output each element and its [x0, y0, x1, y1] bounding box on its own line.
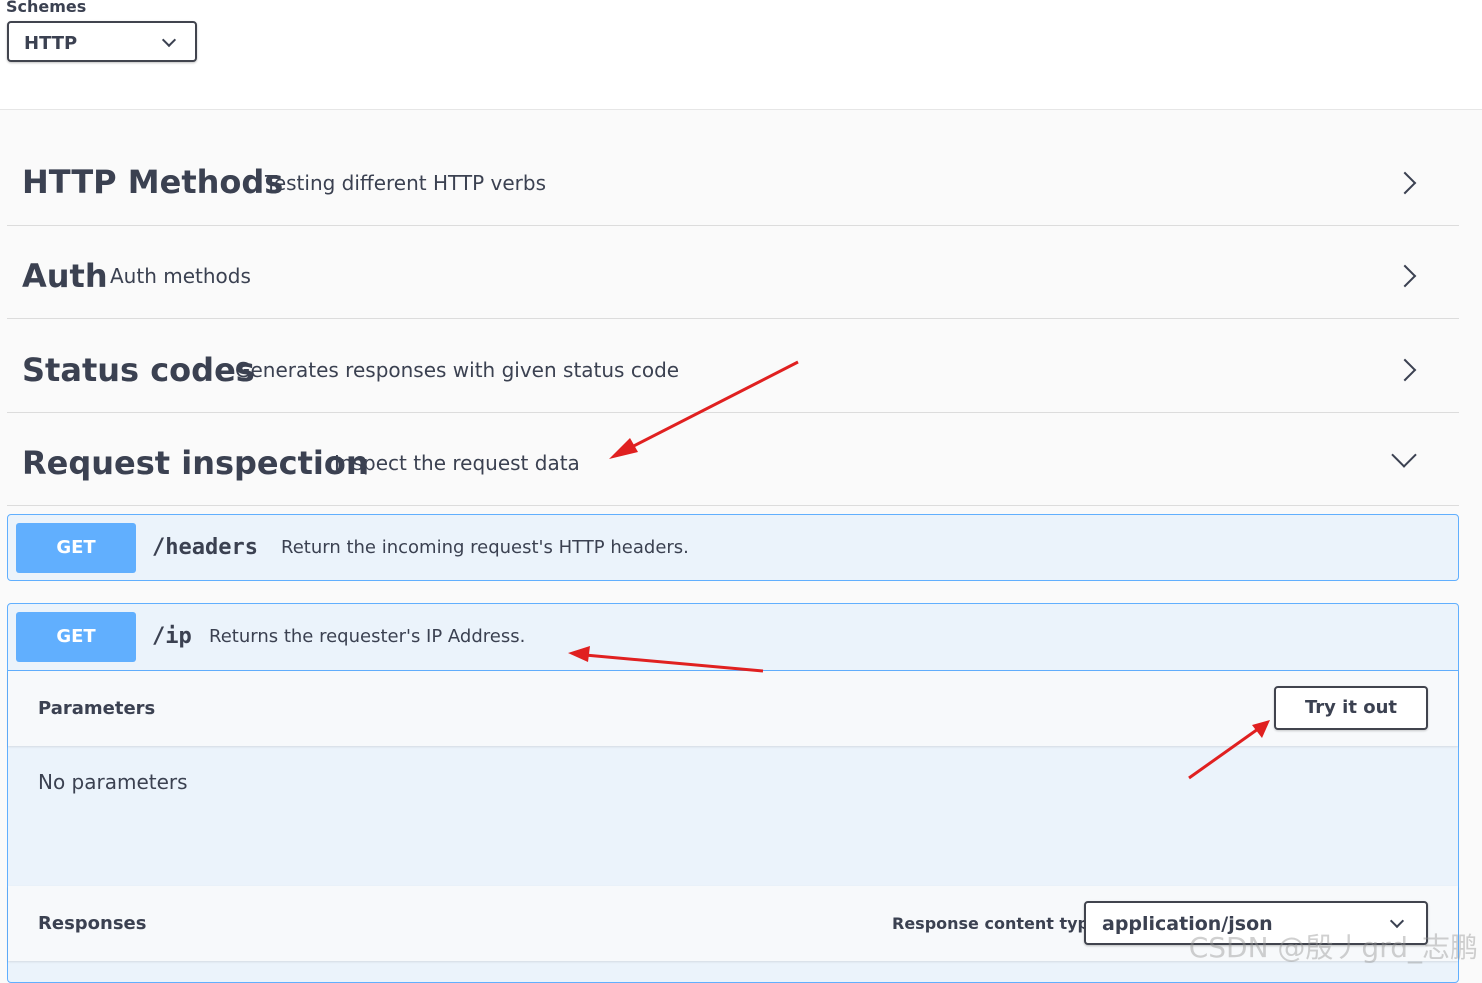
schemes-label: Schemes	[6, 0, 87, 16]
chevron-right-icon	[1393, 358, 1417, 382]
responses-title: Responses	[38, 913, 147, 934]
tag-name: Status codes	[22, 351, 255, 389]
tag-name: Auth	[22, 257, 108, 295]
tag-name: HTTP Methods	[22, 163, 284, 201]
chevron-right-icon	[1393, 264, 1417, 288]
method-badge: GET	[16, 523, 136, 573]
no-parameters-text: No parameters	[38, 770, 188, 794]
tag-description: Inspect the request data	[334, 451, 580, 475]
operation-summary: Returns the requester's IP Address.	[209, 626, 526, 647]
tag-description: Testing different HTTP verbs	[265, 171, 546, 195]
method-badge: GET	[16, 612, 136, 662]
tag-description: Auth methods	[110, 264, 251, 288]
operation-path: /ip	[152, 624, 192, 649]
chevron-down-icon	[1391, 442, 1417, 468]
operation-get-headers[interactable]: GET /headers Return the incoming request…	[7, 514, 1459, 581]
watermark: CSDN @殷丿grd_志鹏	[1188, 931, 1478, 964]
operation-path: /headers	[152, 535, 258, 560]
schemes-bar: Schemes HTTP	[0, 0, 1482, 110]
tag-name: Request inspection	[22, 444, 369, 482]
operation-get-ip-summary[interactable]: GET /ip Returns the requester's IP Addre…	[8, 604, 1458, 671]
chevron-down-icon	[161, 32, 177, 48]
parameters-header: Parameters Try it out	[8, 671, 1458, 746]
try-it-out-button[interactable]: Try it out	[1274, 686, 1428, 730]
tag-status-codes[interactable]: Status codes Generates responses with gi…	[7, 320, 1459, 413]
chevron-right-icon	[1393, 171, 1417, 195]
parameters-title: Parameters	[38, 698, 156, 719]
tag-auth[interactable]: Auth Auth methods	[7, 226, 1459, 319]
schemes-select[interactable]: HTTP	[7, 21, 197, 62]
tag-request-inspection[interactable]: Request inspection Inspect the request d…	[7, 413, 1459, 506]
tag-http-methods[interactable]: HTTP Methods Testing different HTTP verb…	[7, 133, 1459, 226]
response-content-type-label: Response content type	[892, 914, 1100, 933]
schemes-selected-value: HTTP	[24, 33, 78, 54]
tag-description: Generates responses with given status co…	[235, 358, 680, 382]
operation-summary: Return the incoming request's HTTP heade…	[281, 537, 689, 558]
